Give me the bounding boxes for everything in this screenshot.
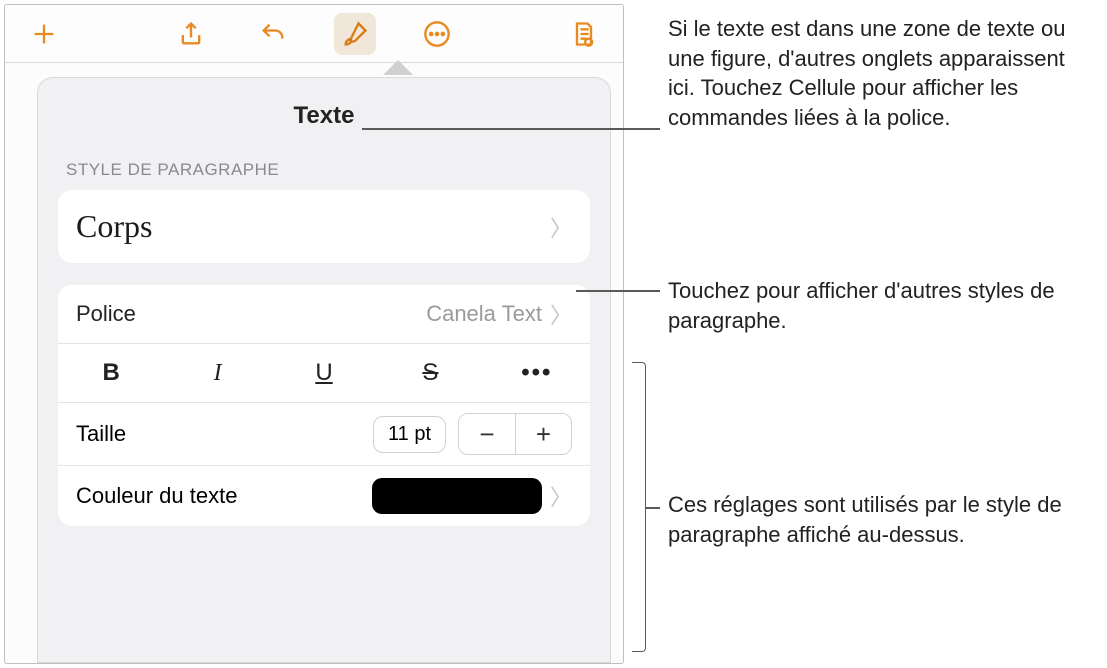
toolbar-center: [170, 13, 458, 55]
font-label: Police: [76, 301, 136, 327]
more-icon: [423, 20, 451, 48]
paragraph-style-name: Corps: [76, 190, 152, 263]
font-value: Canela Text: [426, 301, 542, 327]
format-panel: Texte STYLE DE PARAGRAPHE Corps 〉 Police…: [37, 77, 611, 663]
share-button[interactable]: [170, 13, 212, 55]
size-row: Taille 11 pt − +: [58, 402, 590, 465]
callout-line: [646, 507, 660, 509]
share-icon: [177, 20, 205, 48]
toolbar: [5, 5, 623, 63]
size-increase-button[interactable]: +: [515, 414, 571, 454]
text-style-row: B I U S •••: [58, 343, 590, 402]
paragraph-style-row[interactable]: Corps 〉: [58, 190, 590, 263]
size-value[interactable]: 11 pt: [373, 416, 446, 453]
callout-line: [362, 128, 660, 130]
italic-button[interactable]: I: [164, 344, 270, 402]
undo-icon: [259, 20, 287, 48]
chevron-right-icon: 〉: [550, 211, 572, 243]
toolbar-left: [23, 13, 65, 55]
color-swatch: [372, 478, 542, 514]
size-label: Taille: [76, 421, 126, 447]
undo-button[interactable]: [252, 13, 294, 55]
app-frame: Texte STYLE DE PARAGRAPHE Corps 〉 Police…: [4, 4, 624, 664]
callout-bracket: [632, 362, 646, 652]
annotation-settings: Ces réglages sont utilisés par le style …: [668, 490, 1088, 549]
section-label-style: STYLE DE PARAGRAPHE: [66, 160, 590, 180]
brush-icon: [341, 20, 369, 48]
strikethrough-button[interactable]: S: [377, 344, 483, 402]
text-color-row[interactable]: Couleur du texte 〉: [58, 465, 590, 526]
chevron-right-icon: 〉: [550, 298, 572, 330]
popover-arrow: [384, 61, 412, 75]
annotation-styles: Touchez pour afficher d'autres styles de…: [668, 276, 1088, 335]
callout-line: [576, 290, 660, 292]
plus-icon: [30, 20, 58, 48]
size-stepper: − +: [458, 413, 572, 455]
size-decrease-button[interactable]: −: [459, 414, 515, 454]
add-button[interactable]: [23, 13, 65, 55]
font-row[interactable]: Police Canela Text 〉: [58, 285, 590, 343]
font-card: Police Canela Text 〉 B I U S ••• Taille …: [58, 285, 590, 526]
bold-button[interactable]: B: [58, 344, 164, 402]
document-button[interactable]: [563, 13, 605, 55]
toolbar-right: [563, 13, 605, 55]
format-button[interactable]: [334, 13, 376, 55]
underline-button[interactable]: U: [271, 344, 377, 402]
paragraph-style-card: Corps 〉: [58, 190, 590, 263]
text-more-button[interactable]: •••: [484, 344, 590, 402]
panel-title: Texte: [58, 102, 590, 130]
annotation-tabs: Si le texte est dans une zone de texte o…: [668, 14, 1088, 133]
more-button[interactable]: [416, 13, 458, 55]
text-color-label: Couleur du texte: [76, 483, 237, 509]
document-icon: [570, 20, 598, 48]
chevron-right-icon: 〉: [550, 480, 572, 512]
